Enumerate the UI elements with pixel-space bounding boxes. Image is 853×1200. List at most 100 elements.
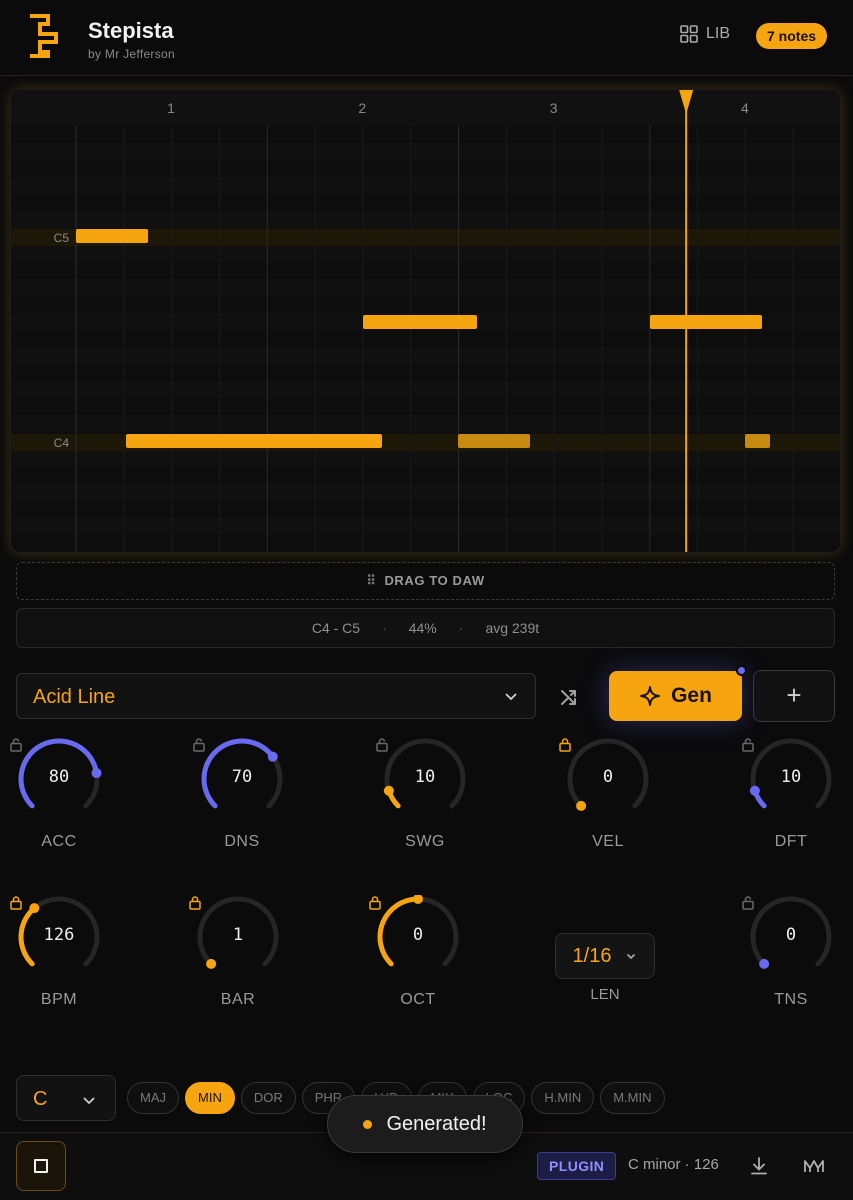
separator: ·: [382, 620, 387, 636]
stop-button[interactable]: [16, 1141, 66, 1191]
knob-indicator: [29, 903, 40, 914]
drag-label: DRAG TO DAW: [384, 573, 485, 588]
grid-row: [11, 177, 840, 194]
lock-icon[interactable]: [368, 895, 382, 910]
note-density: 44%: [408, 620, 437, 636]
knob-dft[interactable]: 10 DFT: [741, 737, 841, 887]
lock-icon[interactable]: [558, 737, 572, 752]
grid-row: [11, 347, 840, 364]
grid-row: [11, 194, 840, 211]
knob-indicator: [759, 958, 770, 969]
scale-chip-m-min[interactable]: M.MIN: [600, 1082, 665, 1114]
grid-row: [11, 143, 840, 160]
knob-label: ACC: [41, 833, 77, 850]
unlock-icon[interactable]: [741, 737, 755, 752]
chevron-down-icon: [627, 953, 636, 960]
grid-row: [11, 296, 840, 313]
library-label: LIB: [706, 25, 731, 42]
knob-label: BPM: [40, 991, 78, 1008]
knob-dns[interactable]: 70 DNS: [192, 737, 292, 887]
knob-value: 1: [232, 925, 244, 945]
piano-roll[interactable]: 1 2 3 4 C5 C4: [10, 89, 841, 553]
length-select[interactable]: 1/16: [555, 933, 655, 979]
knob-value: 70: [231, 767, 253, 787]
scale-chip-min[interactable]: MIN: [185, 1082, 235, 1114]
add-button[interactable]: +: [753, 670, 835, 722]
drag-to-daw-zone[interactable]: ⠿ DRAG TO DAW: [16, 562, 835, 600]
knob-vel[interactable]: 0 VEL: [558, 737, 658, 887]
grid-row: [11, 364, 840, 381]
lock-icon[interactable]: [9, 895, 23, 910]
download-icon[interactable]: [748, 1155, 770, 1177]
piano-roll-grid[interactable]: 1 2 3 4 C5 C4: [11, 90, 841, 553]
knob-label: DNS: [224, 833, 260, 850]
knob-indicator: [206, 958, 217, 969]
knob-value: 80: [48, 767, 70, 787]
bar-label: 3: [550, 100, 558, 116]
library-button[interactable]: LIB: [680, 25, 730, 43]
scale-info: C minor · 126: [628, 1156, 719, 1173]
midi-note: [745, 434, 770, 448]
knob-indicator: [267, 751, 278, 762]
toast-dot: [363, 1119, 373, 1129]
midi-note: [76, 229, 148, 243]
stepista-logo: [30, 14, 58, 58]
midi-icon[interactable]: [802, 1157, 826, 1175]
knob-indicator: [576, 800, 587, 811]
grid-row: [11, 449, 840, 466]
row-label: C4: [54, 436, 70, 450]
lock-icon[interactable]: [188, 895, 202, 910]
knob-label: SWG: [405, 833, 445, 850]
shuffle-icon[interactable]: [557, 683, 585, 711]
key-select[interactable]: C: [16, 1075, 116, 1121]
app-title: Stepista: [88, 18, 174, 43]
knob-value: 0: [602, 767, 614, 787]
note-range: C4 - C5: [311, 620, 361, 636]
length-value: 1/16: [572, 944, 612, 967]
separator: ·: [458, 620, 464, 636]
unlock-icon[interactable]: [375, 737, 389, 752]
midi-note: [268, 434, 382, 448]
preset-select[interactable]: Acid Line: [16, 673, 536, 719]
grid-icon: [680, 25, 698, 43]
knob-tns[interactable]: 0 TNS: [741, 895, 841, 1045]
unlock-icon[interactable]: [741, 895, 755, 910]
midi-note: [458, 434, 530, 448]
knob-label: BAR: [220, 991, 256, 1008]
scale-chip-h-min[interactable]: H.MIN: [531, 1082, 595, 1114]
unlock-icon[interactable]: [192, 737, 206, 752]
knob-label: OCT: [400, 991, 436, 1008]
knob-acc[interactable]: 80 ACC: [9, 737, 109, 887]
unlock-icon[interactable]: [9, 737, 23, 752]
knob-oct[interactable]: 0 OCT: [368, 895, 468, 1045]
grid-row: [11, 211, 840, 228]
grid-row: [11, 517, 840, 534]
grid-row: [11, 398, 840, 415]
grid-row: [11, 126, 840, 143]
scale-chip-maj[interactable]: MAJ: [127, 1082, 179, 1114]
scale-chip-dor[interactable]: DOR: [240, 1082, 296, 1114]
chevron-down-icon: [505, 693, 517, 701]
generate-button[interactable]: Gen: [609, 671, 742, 721]
plugin-badge[interactable]: PLUGIN: [537, 1152, 617, 1180]
length-label: LEN: [590, 986, 620, 1003]
knob-value: 10: [780, 767, 802, 787]
knob-value: 0: [785, 925, 797, 945]
knob-indicator: [383, 785, 394, 796]
grid-row: [11, 245, 840, 262]
knob-label: DFT: [774, 833, 808, 850]
knob-swg[interactable]: 10 SWG: [375, 737, 475, 887]
knob-bpm[interactable]: 126 BPM: [9, 895, 109, 1045]
plus-icon: +: [786, 680, 802, 710]
grid-row: [11, 160, 840, 177]
grid-row: [11, 262, 840, 279]
chevron-down-icon: [83, 1097, 95, 1105]
app-header: Stepista by Mr Jefferson LIB 7 notes: [0, 0, 853, 76]
notification-dot: [736, 665, 747, 676]
knob-value: 126: [43, 925, 75, 945]
grid-row: [11, 279, 840, 296]
midi-note: [126, 434, 279, 448]
knob-bar[interactable]: 1 BAR: [188, 895, 288, 1045]
bar-label: 4: [741, 100, 749, 116]
knob-label: VEL: [592, 833, 624, 850]
